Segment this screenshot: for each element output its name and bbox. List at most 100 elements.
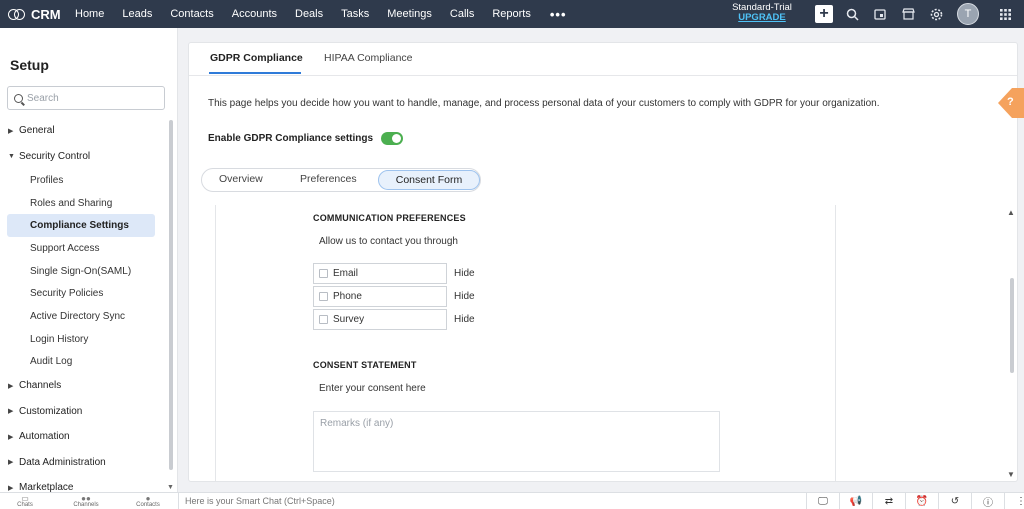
main-scrollbar[interactable]	[1010, 278, 1014, 373]
sidebar-title: Setup	[10, 57, 49, 73]
sidebar-item-login-history[interactable]: Login History	[7, 328, 155, 351]
plus-icon: +	[815, 5, 833, 23]
subtab-overview[interactable]: Overview	[219, 173, 263, 185]
scroll-down-icon[interactable]: ▼	[167, 484, 174, 491]
sidebar-item-single-sign-on[interactable]: Single Sign-On(SAML)	[7, 260, 155, 283]
caret-right-icon: ▶	[8, 459, 14, 467]
channels-label: Channels	[73, 502, 99, 508]
apps-grid-icon[interactable]	[986, 0, 1024, 28]
more-options-icon[interactable]: ⋮	[1004, 493, 1024, 509]
sidebar-item-audit-log[interactable]: Audit Log	[7, 351, 155, 374]
announcement-icon[interactable]: 📢	[839, 493, 872, 509]
active-tab-indicator	[209, 72, 301, 74]
user-avatar-button[interactable]: T	[950, 0, 986, 28]
option-row-email: Email Hide	[313, 263, 475, 284]
nav-calls[interactable]: Calls	[441, 8, 483, 20]
sidebar-scrollbar[interactable]	[169, 120, 173, 470]
screen-share-icon[interactable]: 🖵	[806, 493, 839, 509]
create-button[interactable]: +	[810, 0, 838, 28]
nav-deals[interactable]: Deals	[286, 8, 332, 20]
remarks-textarea[interactable]	[313, 411, 720, 472]
sidebar-item-channels[interactable]: ▶ Channels	[0, 373, 168, 399]
top-actions: + T	[810, 0, 1024, 28]
caret-right-icon: ▶	[8, 484, 14, 492]
accessibility-icon[interactable]: ⓘ	[971, 493, 1004, 509]
compliance-tabs: GDPR Compliance HIPAA Compliance	[189, 43, 1017, 76]
sidebar-item-security-control[interactable]: ▼ Security Control	[0, 144, 168, 170]
settings-gear-icon[interactable]	[922, 0, 950, 28]
top-navigation-bar: CRM Home Leads Contacts Accounts Deals T…	[0, 0, 1024, 28]
subtab-preferences[interactable]: Preferences	[300, 173, 357, 185]
sidebar-item-customization[interactable]: ▶ Customization	[0, 399, 168, 425]
scroll-down-icon[interactable]: ▼	[1007, 470, 1015, 479]
option-label: Email	[333, 268, 359, 279]
crm-logo[interactable]: CRM	[0, 7, 66, 22]
communication-prompt: Allow us to contact you through	[319, 236, 458, 247]
tab-gdpr-compliance[interactable]: GDPR Compliance	[210, 52, 303, 64]
contacts-button[interactable]: ● Contacts	[128, 495, 168, 509]
consent-prompt: Enter your consent here	[319, 383, 426, 394]
sidebar-item-roles-and-sharing[interactable]: Roles and Sharing	[7, 192, 155, 215]
sidebar-item-general[interactable]: ▶ General	[0, 118, 168, 144]
caret-right-icon: ▶	[8, 408, 14, 416]
sidebar-item-support-access[interactable]: Support Access	[7, 237, 155, 260]
email-checkbox[interactable]	[319, 269, 328, 278]
gdpr-subtabs: Overview Preferences Consent Form	[201, 168, 481, 192]
channels-button[interactable]: ●● Channels	[66, 494, 106, 509]
scroll-up-icon[interactable]: ▲	[1007, 208, 1015, 217]
chat-bubble-icon: ▭	[21, 494, 29, 503]
chats-button[interactable]: ▭ Chats	[5, 494, 45, 509]
option-label: Phone	[333, 291, 362, 302]
sidebar-item-marketplace[interactable]: ▶ Marketplace	[0, 475, 168, 492]
sidebar-item-compliance-settings[interactable]: Compliance Settings	[7, 214, 155, 238]
nav-contacts[interactable]: Contacts	[161, 8, 222, 20]
sidebar-item-data-administration[interactable]: ▶ Data Administration	[0, 450, 168, 476]
sidebar-item-security-policies[interactable]: Security Policies	[7, 282, 155, 305]
more-modules-icon[interactable]: •••	[540, 7, 577, 22]
survey-checkbox[interactable]	[319, 315, 328, 324]
sidebar-item-label: Automation	[19, 431, 70, 443]
search-icon[interactable]	[838, 0, 866, 28]
option-row-phone: Phone Hide	[313, 286, 475, 307]
history-icon[interactable]: ↺	[938, 493, 971, 509]
sidebar-item-label: Security Control	[19, 150, 91, 162]
tab-hipaa-compliance[interactable]: HIPAA Compliance	[324, 52, 413, 64]
nav-home[interactable]: Home	[66, 8, 113, 20]
consent-statement-heading: CONSENT STATEMENT	[313, 360, 417, 370]
upgrade-link[interactable]: UPGRADE	[728, 13, 796, 23]
call-transfer-icon[interactable]: ⇄	[872, 493, 905, 509]
hide-email-link[interactable]: Hide	[454, 268, 475, 279]
communication-preferences-heading: COMMUNICATION PREFERENCES	[313, 213, 466, 223]
alarm-clock-icon[interactable]: ⏰	[905, 493, 938, 509]
phone-option: Phone	[313, 286, 447, 307]
hide-phone-link[interactable]: Hide	[454, 291, 475, 302]
bottom-tools: 🖵 📢 ⇄ ⏰ ↺ ⓘ ⋮	[806, 493, 1024, 509]
nav-reports[interactable]: Reports	[483, 8, 540, 20]
nav-tasks[interactable]: Tasks	[332, 8, 378, 20]
marketplace-icon[interactable]	[894, 0, 922, 28]
nav-meetings[interactable]: Meetings	[378, 8, 441, 20]
hide-survey-link[interactable]: Hide	[454, 314, 475, 325]
sidebar-search-input[interactable]	[27, 92, 157, 104]
option-label: Survey	[333, 314, 365, 325]
avatar: T	[957, 3, 979, 25]
nav-leads[interactable]: Leads	[113, 8, 161, 20]
contacts-label: Contacts	[136, 502, 160, 508]
phone-checkbox[interactable]	[319, 292, 328, 301]
sidebar-search[interactable]	[7, 86, 165, 110]
smart-chat-bar[interactable]: Here is your Smart Chat (Ctrl+Space)	[178, 493, 806, 509]
enable-gdpr-toggle[interactable]	[381, 132, 404, 145]
sidebar-item-profiles[interactable]: Profiles	[7, 169, 155, 192]
calendar-icon[interactable]	[866, 0, 894, 28]
subtab-consent-form[interactable]: Consent Form	[378, 170, 480, 190]
page-description: This page helps you decide how you want …	[208, 98, 880, 109]
module-nav: Home Leads Contacts Accounts Deals Tasks…	[66, 0, 577, 28]
group-icon: ●●	[81, 494, 91, 503]
sidebar-item-label: Customization	[19, 405, 83, 417]
sidebar-item-active-directory-sync[interactable]: Active Directory Sync	[7, 305, 155, 328]
setup-sidebar: Setup ▶ General ▼ Security Control Profile…	[0, 28, 178, 492]
sidebar-item-label: Channels	[19, 380, 62, 392]
nav-accounts[interactable]: Accounts	[223, 8, 286, 20]
sidebar-item-automation[interactable]: ▶ Automation	[0, 424, 168, 450]
help-question-icon: ?	[1007, 96, 1014, 108]
